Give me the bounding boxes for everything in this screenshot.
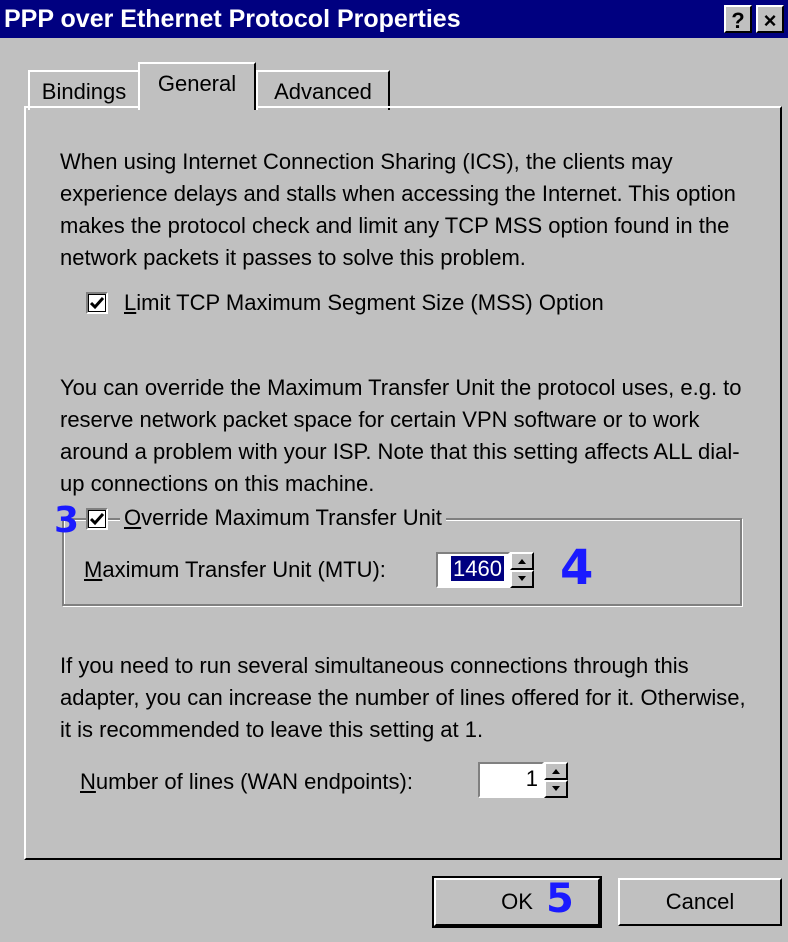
override-mtu-label-rest: verride Maximum Transfer Unit <box>141 505 442 530</box>
mtu-spin-up-button[interactable] <box>510 552 534 570</box>
lines-spin-up-button[interactable] <box>544 762 568 780</box>
annotation-step-4: 4 <box>560 540 594 596</box>
title-bar: PPP over Ethernet Protocol Properties ? … <box>0 0 788 38</box>
tab-advanced[interactable]: Advanced <box>256 70 390 110</box>
checkmark-icon <box>90 297 104 310</box>
lines-spinner[interactable] <box>544 762 568 798</box>
mtu-access-key: M <box>84 557 103 582</box>
lines-input[interactable]: 1 <box>478 762 544 798</box>
window-title: PPP over Ethernet Protocol Properties <box>4 5 461 33</box>
lines-spin-down-button[interactable] <box>544 780 568 798</box>
lines-label-rest: umber of lines (WAN endpoints): <box>95 769 413 794</box>
tab-bindings[interactable]: Bindings <box>28 70 140 110</box>
limit-mss-access-key: L <box>124 290 137 315</box>
limit-mss-label[interactable]: Limit TCP Maximum Segment Size (MSS) Opt… <box>124 289 604 317</box>
mtu-label-rest: aximum Transfer Unit (MTU): <box>102 557 386 582</box>
override-mtu-label[interactable]: Override Maximum Transfer Unit <box>120 504 446 532</box>
override-mtu-access-key: O <box>124 505 142 530</box>
arrow-down-icon <box>552 786 560 791</box>
help-button[interactable]: ? <box>724 5 752 33</box>
arrow-up-icon <box>552 769 560 774</box>
close-button[interactable]: × <box>756 5 784 33</box>
annotation-step-3: 3 <box>54 500 80 541</box>
arrow-down-icon <box>518 576 526 581</box>
lines-field-label: Number of lines (WAN endpoints): <box>80 768 413 796</box>
lines-access-key: N <box>80 769 96 794</box>
checkmark-icon <box>90 513 104 526</box>
mtu-field-label: Maximum Transfer Unit (MTU): <box>84 556 386 584</box>
arrow-up-icon <box>518 559 526 564</box>
mtu-input[interactable]: 1460 <box>436 552 510 588</box>
limit-mss-checkbox[interactable] <box>86 292 108 314</box>
cancel-button[interactable]: Cancel <box>618 878 782 926</box>
mtu-spin-down-button[interactable] <box>510 570 534 588</box>
annotation-step-5: 5 <box>546 876 574 922</box>
mtu-value: 1460 <box>451 556 504 581</box>
tab-general[interactable]: General <box>138 62 256 110</box>
tab-strip: Bindings General Advanced <box>0 38 788 110</box>
lines-value: 1 <box>525 766 538 791</box>
limit-mss-label-rest: imit TCP Maximum Segment Size (MSS) Opti… <box>136 290 604 315</box>
mtu-description: You can override the Maximum Transfer Un… <box>60 375 742 496</box>
ok-button[interactable]: OK <box>432 876 602 928</box>
lines-description: If you need to run several simultaneous … <box>60 653 746 742</box>
override-mtu-checkbox[interactable] <box>86 508 108 530</box>
mtu-spinner[interactable] <box>510 552 534 588</box>
mss-description: When using Internet Connection Sharing (… <box>60 149 736 270</box>
